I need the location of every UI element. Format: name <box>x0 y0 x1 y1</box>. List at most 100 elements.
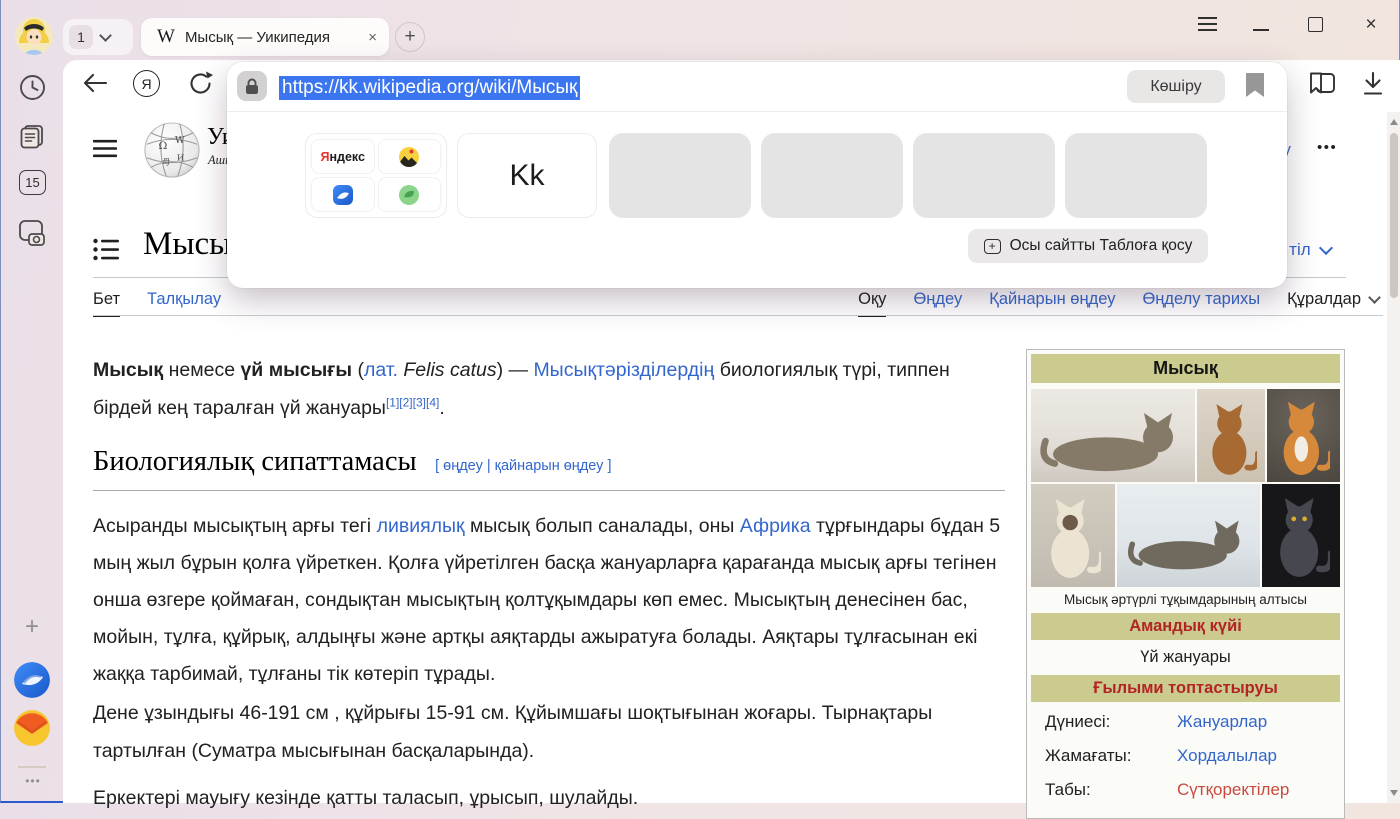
list-icon <box>93 238 119 261</box>
copy-url-button[interactable]: Көшіру <box>1127 70 1225 103</box>
yandex-service-mail[interactable] <box>311 177 375 212</box>
yandex-logo-rest: ндекс <box>330 150 365 164</box>
lock-icon <box>245 78 259 95</box>
reload-button[interactable] <box>187 70 214 97</box>
tab-edit[interactable]: Өңдеу <box>913 290 962 315</box>
alice-avatar-icon <box>15 17 53 55</box>
site-security-button[interactable] <box>237 71 267 101</box>
new-tab-button[interactable]: + <box>395 22 425 52</box>
add-to-tablo-label: Осы сайтты Таблоға қосу <box>1010 237 1193 255</box>
yandex-services-tile[interactable]: Яндекс <box>305 133 447 218</box>
taxonomy-table: Дүниесі: Жануарлар Жамағаты: Хордалылар … <box>1031 712 1340 800</box>
add-to-tablo-button[interactable]: + Осы сайтты Таблоға қосу <box>968 229 1208 263</box>
top-site-kk-tile[interactable]: Kk <box>457 133 597 218</box>
text-link[interactable]: Африка <box>740 515 811 537</box>
calendar-badge[interactable]: 15 <box>19 170 46 195</box>
cat-photo-abyssinian[interactable] <box>1197 389 1265 482</box>
browser-tab[interactable]: W Мысық — Уикипедия × <box>141 18 389 56</box>
page-tabs-right: Оқу Өңдеу Қайнарын өңдеу Өңделу тарихы Қ… <box>858 290 1379 317</box>
wiki-more-menu[interactable]: ••• <box>1317 139 1337 156</box>
sidebar-divider <box>18 766 46 768</box>
window-maximize-button[interactable] <box>1303 12 1327 36</box>
cat-photo-tabby-lying[interactable] <box>1031 389 1195 482</box>
history-button[interactable] <box>17 72 47 102</box>
tab-read[interactable]: Оқу <box>858 290 886 317</box>
yandex-logo-ya: Я <box>321 150 330 164</box>
window-minimize-button[interactable] <box>1249 12 1273 36</box>
intro-paragraph: Мысық немесе үй мысығы (лат. Felis catus… <box>93 351 977 427</box>
notes-button[interactable] <box>17 121 47 151</box>
scroll-up-icon[interactable] <box>1390 119 1398 125</box>
section-edit-links[interactable]: [ өңдеу | қайнарын өңдеу ] <box>435 458 611 474</box>
green-service-icon <box>398 184 420 206</box>
taxonomy-link[interactable]: Жануарлар <box>1177 712 1267 732</box>
downloads-button[interactable] <box>1361 70 1385 97</box>
tab-close-icon[interactable]: × <box>368 29 377 46</box>
omnibox-dropdown: https://kk.wikipedia.org/wiki/Мысық Көші… <box>227 62 1287 288</box>
yandex-search-button[interactable]: Я <box>133 70 160 97</box>
text-link[interactable]: лат. <box>364 359 398 381</box>
tab-article[interactable]: Бет <box>93 290 120 317</box>
text-link[interactable]: [1][2][3][4] <box>386 396 439 410</box>
tabs-divider <box>93 315 1383 316</box>
bookmark-button[interactable] <box>1245 73 1265 98</box>
window-close-button[interactable]: × <box>1359 12 1383 36</box>
taxobox: Мысық Мысық әртүрлі тұқымдарының а <box>1026 349 1345 819</box>
empty-tablo-slot <box>609 133 751 218</box>
mail-icon <box>14 710 50 746</box>
taxonomy-redlink[interactable]: Сүтқоректілер <box>1177 780 1289 800</box>
yandex-service-green[interactable] <box>378 177 442 212</box>
text-span: Мысық <box>93 359 163 381</box>
text-span: Асыранды мысықтың арғы тегі <box>93 515 377 537</box>
maximize-icon <box>1308 17 1323 32</box>
text-link[interactable]: ливиялық <box>377 515 465 537</box>
yandex-service-search[interactable]: Яндекс <box>311 139 375 174</box>
wiki-main-menu-button[interactable] <box>93 139 117 158</box>
empty-tablo-slot <box>1065 133 1207 218</box>
text-link[interactable]: Мысықтәрізділердің <box>533 359 714 381</box>
text-span: ) — <box>497 359 534 381</box>
menu-icon <box>1198 23 1217 25</box>
cat-photo-orange-white[interactable] <box>1267 389 1340 482</box>
panel-divider <box>227 111 1287 112</box>
profile-avatar[interactable] <box>15 17 53 55</box>
cat-photo-tabby-snow[interactable] <box>1117 484 1260 587</box>
scroll-down-icon[interactable] <box>1390 790 1398 796</box>
taxonomy-label: Дүниесі: <box>1031 712 1177 732</box>
scrollbar-thumb[interactable] <box>1390 133 1398 298</box>
tab-talk[interactable]: Талқылау <box>147 290 221 315</box>
tab-history[interactable]: Өңделу тарихы <box>1142 290 1260 315</box>
cat-photo-gray-dark[interactable] <box>1262 484 1340 587</box>
bookmark-flag-icon <box>1245 73 1265 98</box>
yandex-service-images[interactable] <box>378 139 442 174</box>
tools-label: Құралдар <box>1287 290 1361 309</box>
collections-button[interactable] <box>1307 70 1337 97</box>
taxonomy-label: Табы: <box>1031 780 1177 800</box>
text-span: Felis catus <box>403 359 496 381</box>
cat-photo-siamese[interactable] <box>1031 484 1115 587</box>
tab-group-counter[interactable]: 1 <box>63 19 133 55</box>
yandex-ya-icon: Я <box>141 76 151 92</box>
address-bar-input[interactable]: https://kk.wikipedia.org/wiki/Мысық <box>279 74 580 101</box>
page-scrollbar[interactable] <box>1387 112 1400 803</box>
tab-tools[interactable]: Құралдар <box>1287 290 1379 315</box>
tab-title: Мысық — Уикипедия <box>185 29 358 46</box>
sidebar-more-button[interactable]: ••• <box>17 774 49 788</box>
yandex-browser-app-button[interactable] <box>14 662 50 698</box>
infobox-title: Мысық <box>1031 354 1340 383</box>
yandex-logo: Яндекс <box>321 150 365 164</box>
screenshot-button[interactable] <box>17 218 47 248</box>
section-heading: Биологиялық сипаттамасы <box>93 446 417 477</box>
taxonomy-link[interactable]: Хордалылар <box>1177 746 1277 766</box>
tab-edit-source[interactable]: Қайнарын өңдеу <box>989 290 1115 315</box>
sidebar-add-button[interactable]: + <box>19 614 45 640</box>
page-tabs-left: Бет Талқылау <box>93 290 221 317</box>
window-menu-button[interactable] <box>1195 12 1219 36</box>
contents-toggle-button[interactable] <box>93 238 119 261</box>
back-button[interactable] <box>81 72 109 94</box>
selected-url-text: https://kk.wikipedia.org/wiki/Мысық <box>279 76 580 100</box>
text-span: үй мысығы <box>240 359 352 381</box>
wikipedia-logo[interactable]: Ω W И 母 <box>143 121 201 179</box>
text-span: тұрғындары бұдан 5 мың жыл бұрын қолға ү… <box>93 515 1000 685</box>
yandex-mail-app-button[interactable] <box>14 710 50 746</box>
